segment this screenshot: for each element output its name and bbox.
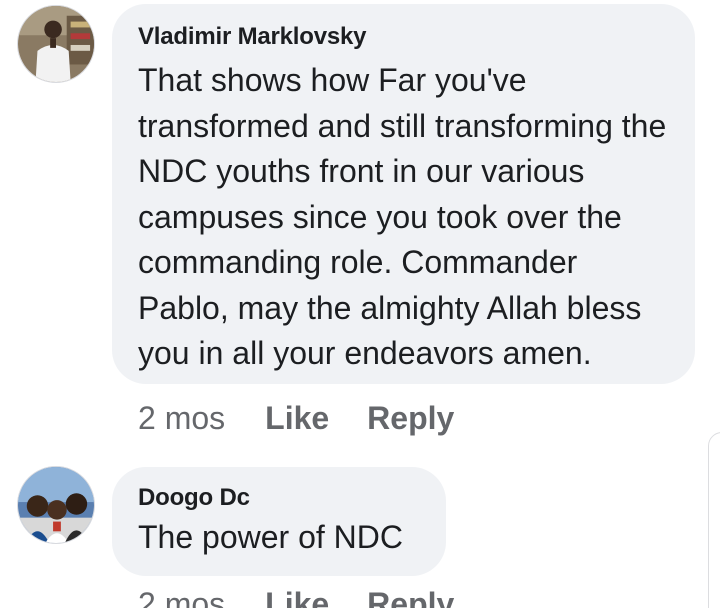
comment-timestamp[interactable]: 2 mos [138,400,225,437]
offscreen-card-edge [708,432,720,608]
comment-author[interactable]: Vladimir Marklovsky [138,22,669,52]
comment-actions: 2 mos Like Reply [138,400,492,437]
like-button[interactable]: Like [265,586,329,608]
comment-bubble: Vladimir Marklovsky That shows how Far y… [112,4,695,384]
comment-timestamp[interactable]: 2 mos [138,586,225,608]
reply-button[interactable]: Reply [367,400,454,437]
avatar[interactable] [17,5,95,83]
comment-thread: Vladimir Marklovsky That shows how Far y… [0,0,720,608]
avatar[interactable] [17,466,95,544]
avatar-photo-icon [18,467,94,543]
reply-button[interactable]: Reply [367,586,454,608]
like-button[interactable]: Like [265,400,329,437]
comment-actions: 2 mos Like Reply [138,586,492,608]
comment-bubble: Doogo Dc The power of NDC [112,467,446,576]
avatar-photo-icon [18,6,94,82]
comment-text: The power of NDC [138,519,403,555]
comment-author[interactable]: Doogo Dc [138,483,420,513]
comment-text: That shows how Far you've transformed an… [138,62,667,371]
